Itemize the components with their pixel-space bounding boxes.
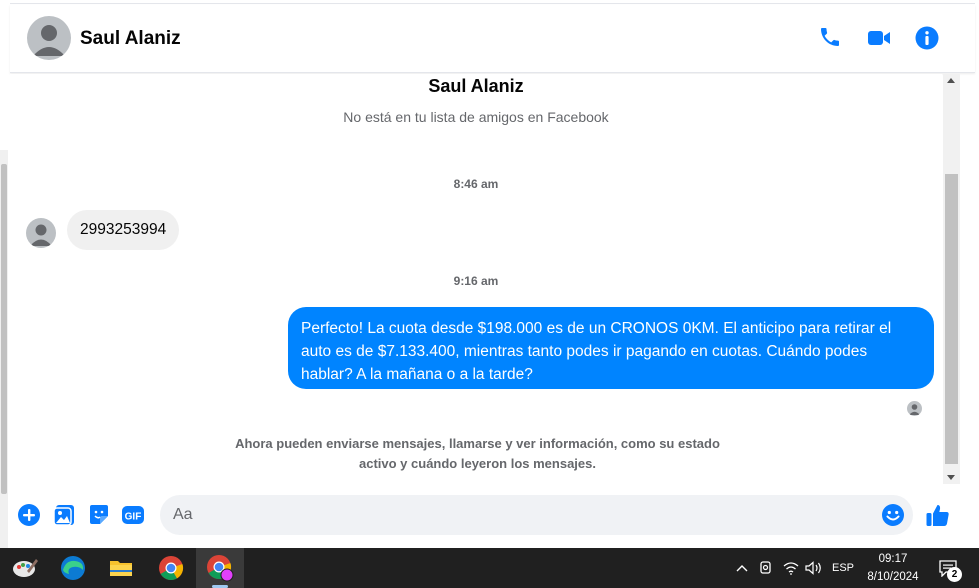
info-icon[interactable] <box>914 25 940 51</box>
emoji-icon[interactable] <box>881 503 905 527</box>
outgoing-message-bubble[interactable]: Perfecto! La cuota desde $198.000 es de … <box>288 307 934 389</box>
sender-avatar[interactable] <box>26 218 56 248</box>
scroll-down-arrow-icon[interactable] <box>947 475 955 480</box>
profile-name: Saul Alaniz <box>428 76 524 96</box>
input-language-indicator[interactable]: ESP <box>828 548 858 588</box>
message-thread: Saul Alaniz No está en tu lista de amigo… <box>10 74 942 486</box>
chat-header: Saul Alaniz <box>10 5 975 73</box>
message-timestamp: 8:46 am <box>453 177 499 191</box>
message-timestamp: 9:16 am <box>453 274 499 288</box>
page-scrollbar[interactable] <box>0 150 8 550</box>
like-icon[interactable] <box>925 502 951 528</box>
phone-icon[interactable] <box>818 25 844 51</box>
chrome-profile-icon[interactable] <box>196 548 244 588</box>
paint-app-icon[interactable] <box>1 548 49 588</box>
thread-scrollbar-thumb[interactable] <box>945 174 958 464</box>
message-input[interactable] <box>160 495 913 535</box>
top-divider <box>10 3 975 4</box>
messenger-window: Saul Alaniz Saul Alaniz No está en tu li… <box>0 0 979 588</box>
edge-browser-icon[interactable] <box>49 548 97 588</box>
thread-scrollbar[interactable] <box>943 74 960 484</box>
notification-count-badge: 2 <box>947 567 962 582</box>
gif-label: GIF <box>125 512 142 523</box>
chrome-browser-icon[interactable] <box>147 548 195 588</box>
page-scrollbar-thumb[interactable] <box>1 164 7 494</box>
video-call-icon[interactable] <box>866 25 892 51</box>
contact-name[interactable]: Saul Alaniz <box>80 28 181 50</box>
sticker-icon[interactable] <box>87 503 111 527</box>
file-explorer-icon[interactable] <box>97 548 145 588</box>
contact-avatar[interactable] <box>27 16 71 60</box>
show-hidden-icons-chevron-icon[interactable] <box>733 548 751 588</box>
profile-subtitle: No está en tu lista de amigos en Faceboo… <box>343 109 609 125</box>
windows-taskbar: ESP 09:17 8/10/2024 2 <box>0 548 979 588</box>
privacy-info-note: Ahora pueden enviarse mensajes, llamarse… <box>235 436 720 471</box>
volume-icon[interactable] <box>803 548 825 588</box>
incoming-message-bubble[interactable]: 2993253994 <box>67 210 180 250</box>
message-composer: GIF <box>10 486 975 544</box>
plus-icon[interactable] <box>17 503 41 527</box>
meet-now-icon[interactable] <box>756 548 776 588</box>
wifi-icon[interactable] <box>780 548 802 588</box>
gif-icon[interactable]: GIF <box>121 503 145 527</box>
photo-icon[interactable] <box>53 503 77 527</box>
scroll-up-arrow-icon[interactable] <box>947 78 955 83</box>
clock-time: 09:17 <box>878 553 908 565</box>
system-clock[interactable]: 09:17 8/10/2024 <box>858 550 928 586</box>
read-receipt-avatar <box>907 401 922 416</box>
clock-date: 8/10/2024 <box>867 571 919 583</box>
